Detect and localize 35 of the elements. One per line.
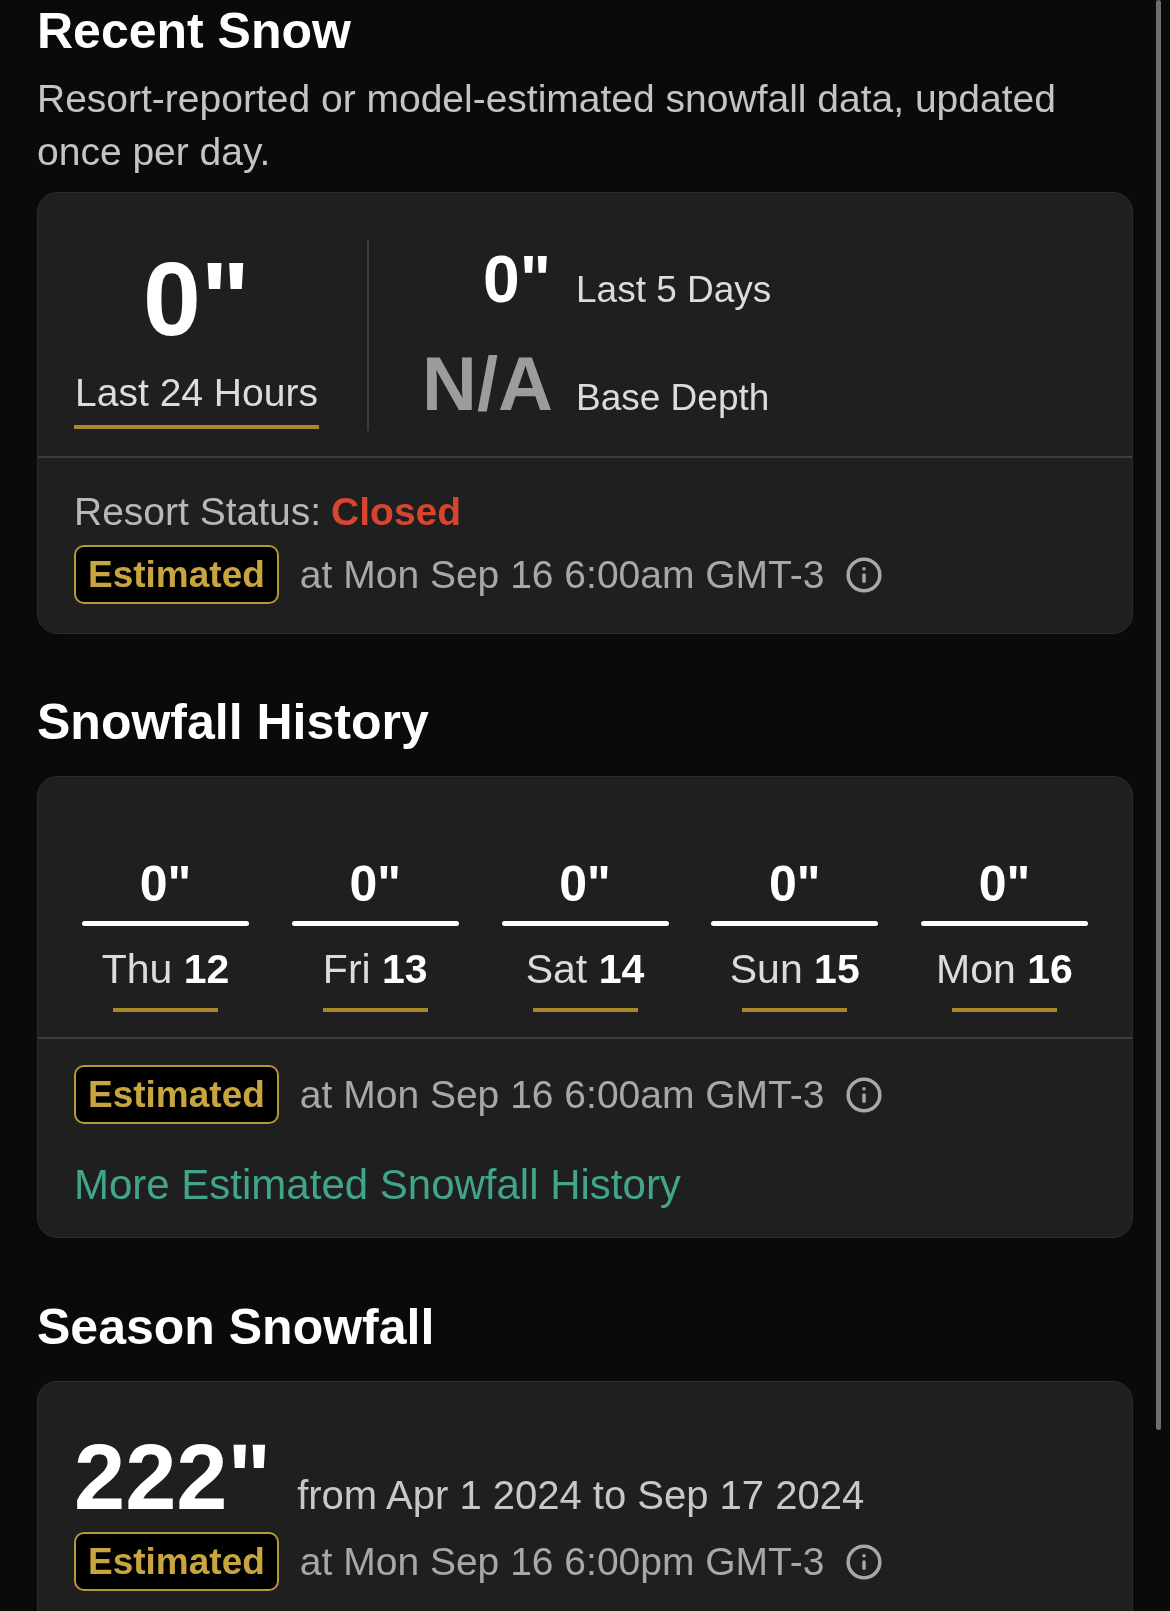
day-amount: 0" xyxy=(349,858,401,910)
update-timestamp: at Mon Sep 16 6:00pm GMT-3 xyxy=(299,1539,825,1584)
scrollbar-thumb[interactable] xyxy=(1156,0,1161,1430)
day-label: Fri 13 xyxy=(322,946,428,992)
day-label: Sun 15 xyxy=(729,946,860,992)
last-24h-amount: 0" xyxy=(142,249,251,349)
day-amount: 0" xyxy=(559,858,611,910)
day-amount: 0" xyxy=(978,858,1031,910)
history-link[interactable]: More Estimated Snowfall History xyxy=(74,1162,681,1208)
section-title: Recent Snow xyxy=(37,3,352,59)
day-label: Mon 16 xyxy=(936,946,1073,992)
update-timestamp: at Mon Sep 16 6:00am GMT-3 xyxy=(299,552,825,597)
stat-value: N/A xyxy=(422,346,551,422)
section-title: Snowfall History xyxy=(37,694,430,750)
season-range: from Apr 1 2024 to Sep 17 2024 xyxy=(297,1472,865,1518)
source-badge: Estimated xyxy=(74,545,279,604)
update-timestamp: at Mon Sep 16 6:00am GMT-3 xyxy=(299,1072,825,1117)
last-24h-label: Last 24 Hours xyxy=(75,371,318,415)
info-icon[interactable] xyxy=(845,1075,884,1114)
status-label: Resort Status: xyxy=(74,490,322,534)
info-icon[interactable] xyxy=(845,1542,884,1581)
day-label: Thu 12 xyxy=(101,946,230,992)
stat-label: Last 5 Days xyxy=(576,268,772,312)
section-title: Season Snowfall xyxy=(37,1299,436,1355)
info-icon[interactable] xyxy=(845,555,884,594)
section-description: Resort-reported or model-estimated snowfall data, updated once per day. xyxy=(37,76,1057,175)
day-label: Sat 14 xyxy=(525,946,645,992)
stat-label: Base Depth xyxy=(576,376,771,420)
source-badge: Estimated xyxy=(74,1065,279,1124)
season-amount: 222" xyxy=(74,1431,272,1523)
source-badge: Estimated xyxy=(74,1532,279,1591)
day-amount: 0" xyxy=(139,858,192,910)
stat-value: 0" xyxy=(482,244,551,314)
day-amount: 0" xyxy=(769,858,821,910)
status-value: Closed xyxy=(331,490,462,534)
